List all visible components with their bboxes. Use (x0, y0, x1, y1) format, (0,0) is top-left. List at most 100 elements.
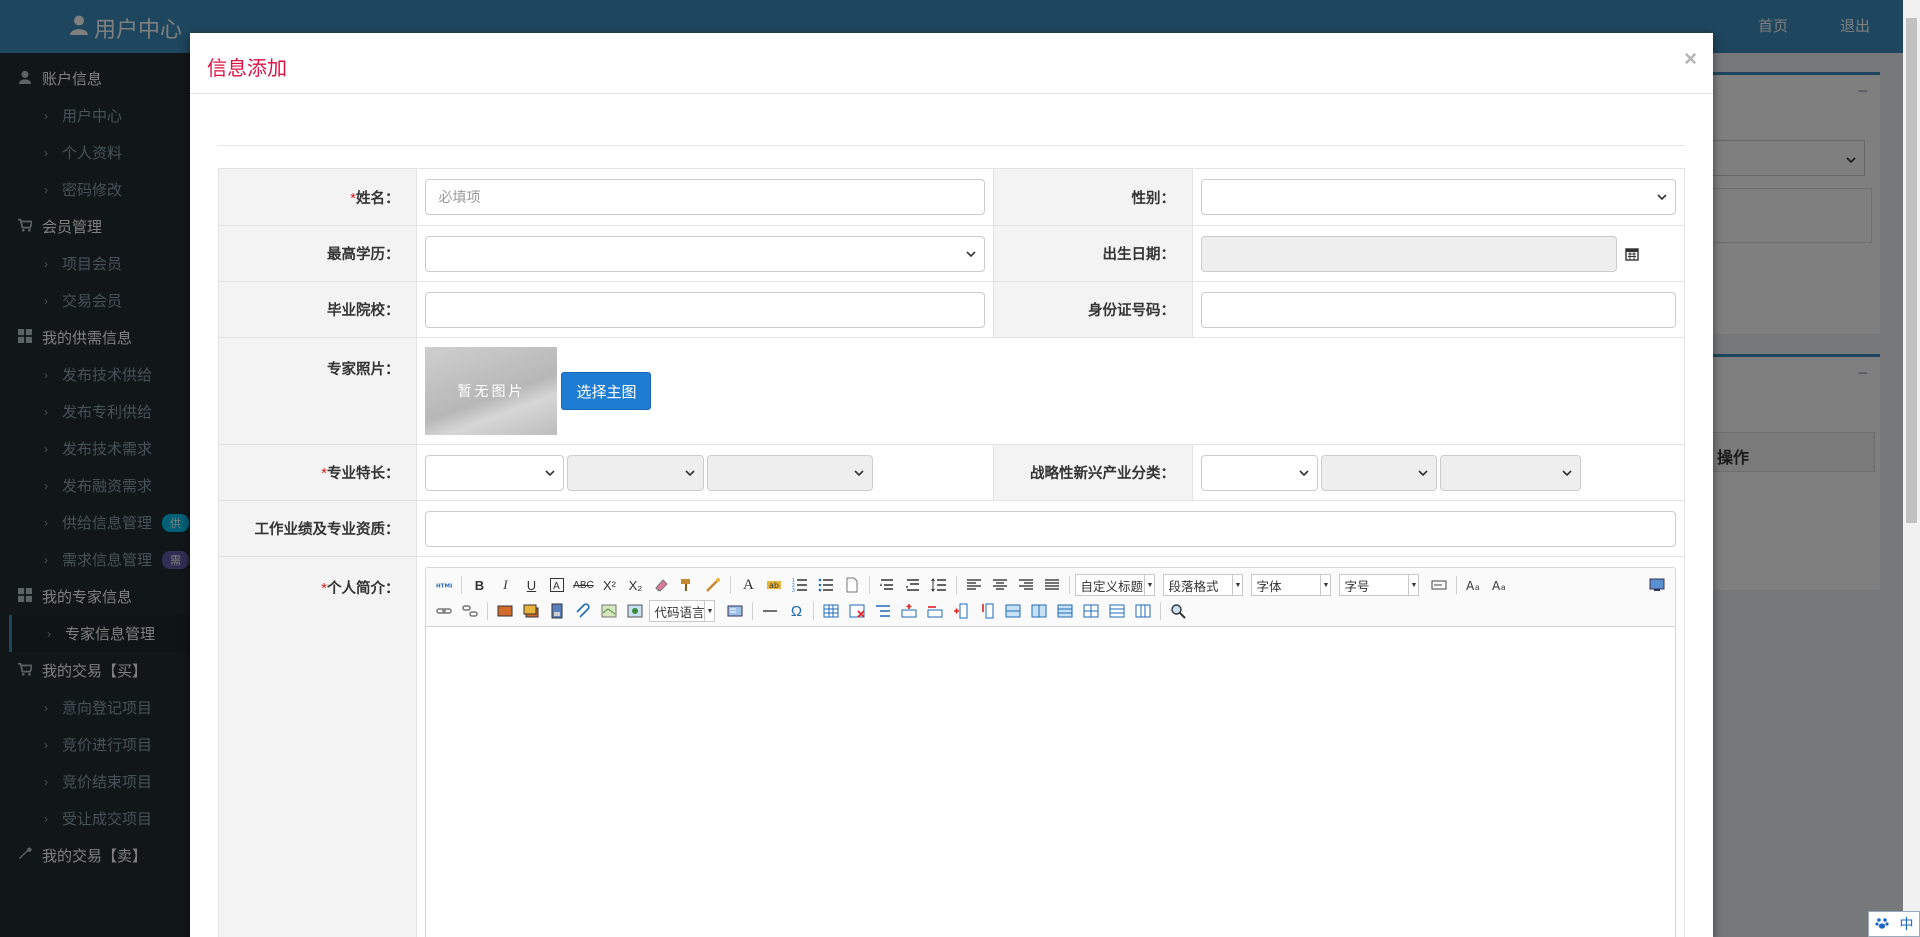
attachment-icon[interactable] (571, 600, 595, 622)
school-input[interactable] (425, 291, 986, 328)
font-color-icon[interactable]: A (736, 574, 760, 596)
birth-date-label: 出生日期： (993, 225, 1194, 282)
photo-preview: 暂无图片 (425, 347, 558, 435)
unlink-icon[interactable] (458, 600, 482, 622)
uppercase-icon[interactable]: Aa (1462, 574, 1486, 596)
specialty-select-2[interactable] (567, 454, 705, 491)
bold-icon[interactable]: B (467, 574, 491, 596)
ime-label: 中 (1899, 916, 1914, 932)
delete-row-icon[interactable] (923, 600, 947, 622)
id-card-label: 身份证号码： (993, 281, 1194, 338)
unordered-list-icon[interactable] (814, 574, 838, 596)
text-direction-icon[interactable] (1427, 574, 1451, 596)
specialty-select-1[interactable] (425, 454, 565, 491)
industry-select-1[interactable] (1201, 454, 1319, 491)
delete-col-icon[interactable] (975, 600, 999, 622)
align-justify-icon[interactable] (1040, 574, 1064, 596)
scrollbar-thumb[interactable] (1906, 18, 1917, 523)
industry-select-2[interactable] (1321, 454, 1438, 491)
chevron-down-icon (1418, 468, 1428, 477)
custom-title-dropdown[interactable]: 自定义标题 ▼ (1075, 574, 1156, 596)
svg-text:A: A (553, 581, 560, 592)
ime-indicator[interactable]: 中 (1868, 911, 1920, 937)
eraser-icon[interactable] (649, 574, 673, 596)
insert-row-icon[interactable] (897, 600, 921, 622)
code-language-dropdown[interactable]: 代码语言 ▼ (649, 600, 716, 622)
name-label: *姓名： (217, 168, 418, 226)
italic-icon[interactable]: I (493, 574, 517, 596)
editor-content[interactable] (426, 627, 1675, 937)
split-cells-icon[interactable] (1079, 600, 1103, 622)
industry-label: 战略性新兴产业分类： (993, 444, 1194, 501)
paragraph-format-dropdown[interactable]: 段落格式 ▼ (1163, 574, 1244, 596)
page-scrollbar[interactable] (1903, 0, 1920, 937)
background-color-icon[interactable]: ab (762, 574, 786, 596)
gender-select[interactable] (1201, 179, 1676, 215)
align-right-icon[interactable] (1014, 574, 1038, 596)
underline-icon[interactable]: U (519, 574, 543, 596)
auto-format-icon[interactable] (701, 574, 725, 596)
choose-photo-button[interactable]: 选择主图 (561, 372, 652, 410)
school-label: 毕业院校： (217, 281, 418, 338)
insert-col-icon[interactable] (949, 600, 973, 622)
split-cols-icon[interactable] (1131, 600, 1155, 622)
fullscreen-icon[interactable] (1645, 574, 1669, 596)
caret-down-icon: ▼ (1320, 575, 1330, 595)
specialty-select-3[interactable] (707, 454, 874, 491)
svg-text:A: A (1466, 579, 1475, 593)
modal-header: 信息添加 × (190, 33, 1713, 94)
font-family-dropdown[interactable]: 字体 ▼ (1251, 574, 1332, 596)
search-replace-icon[interactable] (1166, 600, 1190, 622)
chevron-down-icon (854, 468, 865, 477)
multi-image-icon[interactable] (519, 600, 543, 622)
row-spacing-top-icon[interactable] (875, 574, 899, 596)
calendar-icon[interactable] (1625, 247, 1639, 261)
horizontal-rule-icon[interactable] (758, 600, 782, 622)
insert-table-icon[interactable] (819, 600, 843, 622)
lowercase-icon[interactable]: Aa (1488, 574, 1512, 596)
template-icon[interactable] (723, 600, 747, 622)
caret-down-icon: ▼ (704, 601, 714, 621)
special-chars-icon[interactable]: Ω (784, 600, 808, 622)
ordered-list-icon[interactable]: 123 (788, 574, 812, 596)
modal-title: 信息添加 (207, 58, 287, 80)
subscript-icon[interactable]: X₂ (623, 574, 647, 596)
industry-select-3[interactable] (1440, 454, 1582, 491)
divider (218, 145, 1685, 146)
video-icon[interactable] (545, 600, 569, 622)
photo-label: 专家照片： (217, 337, 418, 445)
education-select[interactable] (425, 235, 986, 272)
link-icon[interactable] (432, 600, 456, 622)
format-brush-icon[interactable] (675, 574, 699, 596)
html-source-icon[interactable]: HTML (432, 574, 456, 596)
image-icon[interactable] (493, 600, 517, 622)
row-spacing-bottom-icon[interactable] (901, 574, 925, 596)
merge-down-icon[interactable] (1053, 600, 1077, 622)
insert-paragraph-icon[interactable] (871, 600, 895, 622)
google-map-icon[interactable] (623, 600, 647, 622)
align-left-icon[interactable] (962, 574, 986, 596)
font-border-icon[interactable]: A (545, 574, 569, 596)
chevron-down-icon (545, 468, 556, 477)
achievements-input[interactable] (425, 510, 1676, 547)
split-rows-icon[interactable] (1105, 600, 1129, 622)
svg-text:a: a (1475, 583, 1480, 592)
caret-down-icon: ▼ (1144, 575, 1154, 595)
map-icon[interactable] (597, 600, 621, 622)
superscript-icon[interactable]: X² (597, 574, 621, 596)
page-break-icon[interactable] (840, 574, 864, 596)
font-size-dropdown[interactable]: 字号 ▼ (1339, 574, 1420, 596)
name-input[interactable]: 必填项 (425, 179, 986, 215)
line-height-icon[interactable] (927, 574, 951, 596)
merge-right-icon[interactable] (1027, 600, 1051, 622)
chevron-down-icon (1299, 468, 1309, 477)
delete-table-icon[interactable] (845, 600, 869, 622)
editor-toolbar: HTML B I U A ABC X² X₂ A ab 1 2 3 自定义标题 … (426, 568, 1675, 627)
birth-date-input[interactable] (1201, 235, 1618, 272)
strikethrough-icon[interactable]: ABC (571, 574, 595, 596)
id-card-input[interactable] (1201, 291, 1676, 328)
svg-text:A: A (1492, 579, 1501, 593)
close-icon[interactable]: × (1684, 46, 1697, 72)
align-center-icon[interactable] (988, 574, 1012, 596)
merge-cells-icon[interactable] (1001, 600, 1025, 622)
